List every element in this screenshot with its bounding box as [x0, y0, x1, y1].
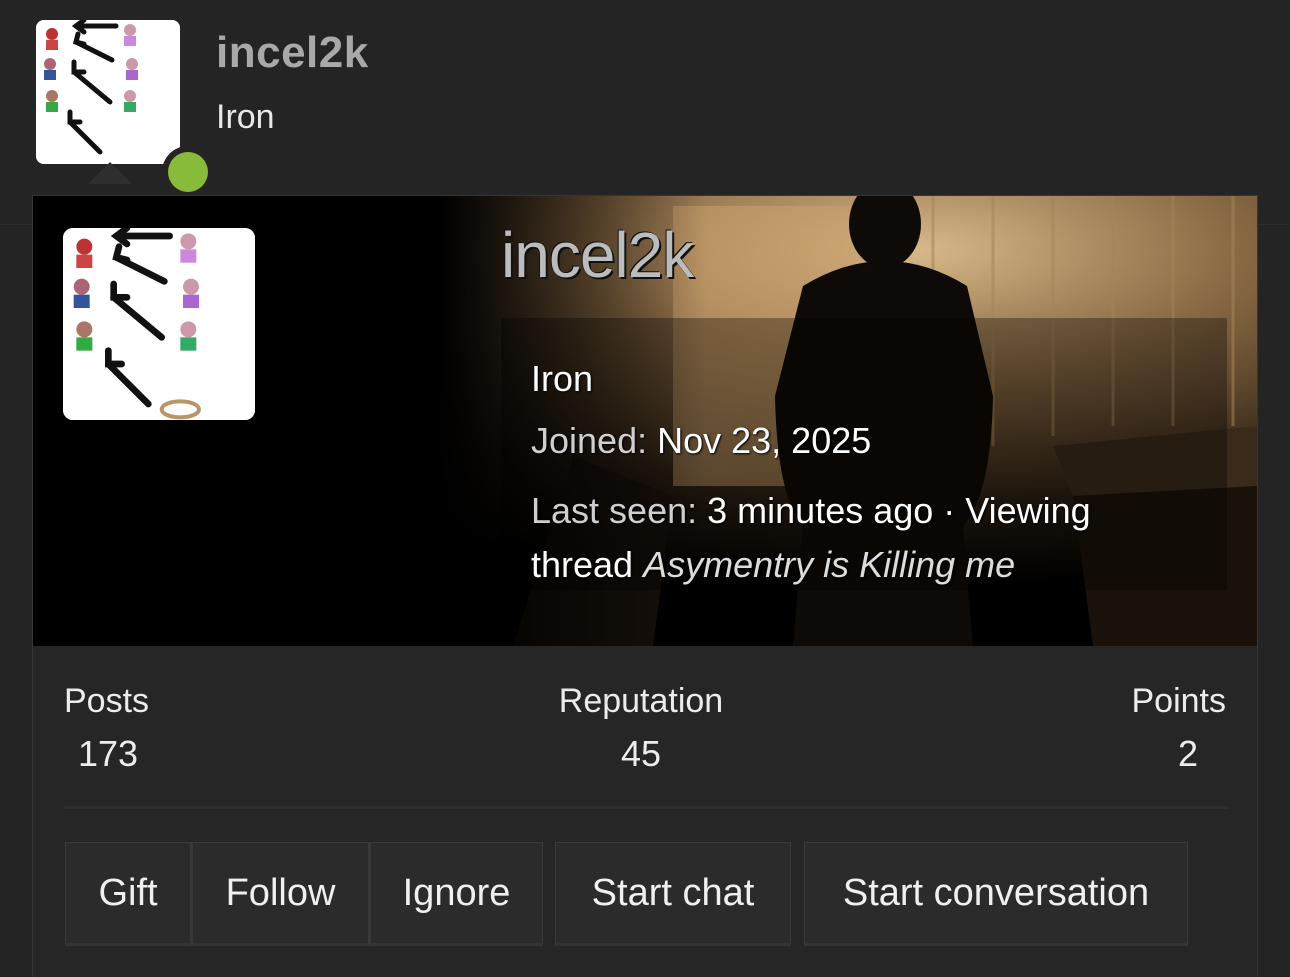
- avatar-image: [36, 20, 180, 164]
- user-title: Iron: [216, 98, 275, 136]
- stat-posts[interactable]: Posts 173: [64, 682, 149, 775]
- gift-button[interactable]: Gift: [65, 842, 191, 946]
- posts-label: Posts: [64, 682, 150, 720]
- member-tooltip-page: incel2k Iron incel2k Iron Joined: Nov 23…: [0, 0, 1290, 977]
- stats-divider: [64, 806, 1228, 809]
- card-user-title: Iron: [531, 358, 594, 399]
- posts-value: 173: [78, 733, 139, 774]
- last-seen-info: Last seen: 3 minutes ago · Viewing threa…: [531, 484, 1171, 592]
- stat-points[interactable]: Points 2: [1132, 682, 1227, 775]
- follow-button[interactable]: Follow: [191, 842, 369, 946]
- action-group-primary: Gift Follow Ignore: [65, 842, 543, 948]
- online-status-icon: [162, 146, 214, 198]
- joined-label: Joined:: [531, 420, 648, 461]
- start-chat-button[interactable]: Start chat: [555, 842, 791, 946]
- ignore-button[interactable]: Ignore: [369, 842, 543, 946]
- viewing-thread-link[interactable]: Asymentry is Killing me: [643, 544, 1015, 585]
- joined-info: Joined: Nov 23, 2025: [531, 420, 871, 462]
- card-username[interactable]: incel2k: [501, 218, 694, 292]
- start-conversation-button[interactable]: Start conversation: [804, 842, 1188, 946]
- points-value: 2: [1177, 733, 1198, 774]
- points-label: Points: [1131, 682, 1227, 720]
- profile-banner: incel2k Iron Joined: Nov 23, 2025 Last s…: [33, 196, 1257, 646]
- action-group-chat: Start chat: [555, 842, 791, 948]
- action-group-conversation: Start conversation: [804, 842, 1188, 948]
- reputation-label: Reputation: [558, 682, 724, 720]
- last-seen-label: Last seen:: [531, 490, 698, 531]
- tooltip-pointer: [88, 162, 132, 184]
- member-card: incel2k Iron Joined: Nov 23, 2025 Last s…: [32, 195, 1258, 977]
- stat-reputation[interactable]: Reputation 45: [551, 682, 731, 775]
- joined-date: Nov 23, 2025: [657, 420, 872, 461]
- reputation-value: 45: [620, 733, 662, 774]
- avatar-image: [63, 228, 255, 420]
- user-avatar[interactable]: [36, 20, 214, 198]
- info-panel: Iron Joined: Nov 23, 2025 Last seen: 3 m…: [501, 318, 1227, 590]
- username-link[interactable]: incel2k: [216, 28, 369, 78]
- banner-avatar[interactable]: [63, 228, 255, 420]
